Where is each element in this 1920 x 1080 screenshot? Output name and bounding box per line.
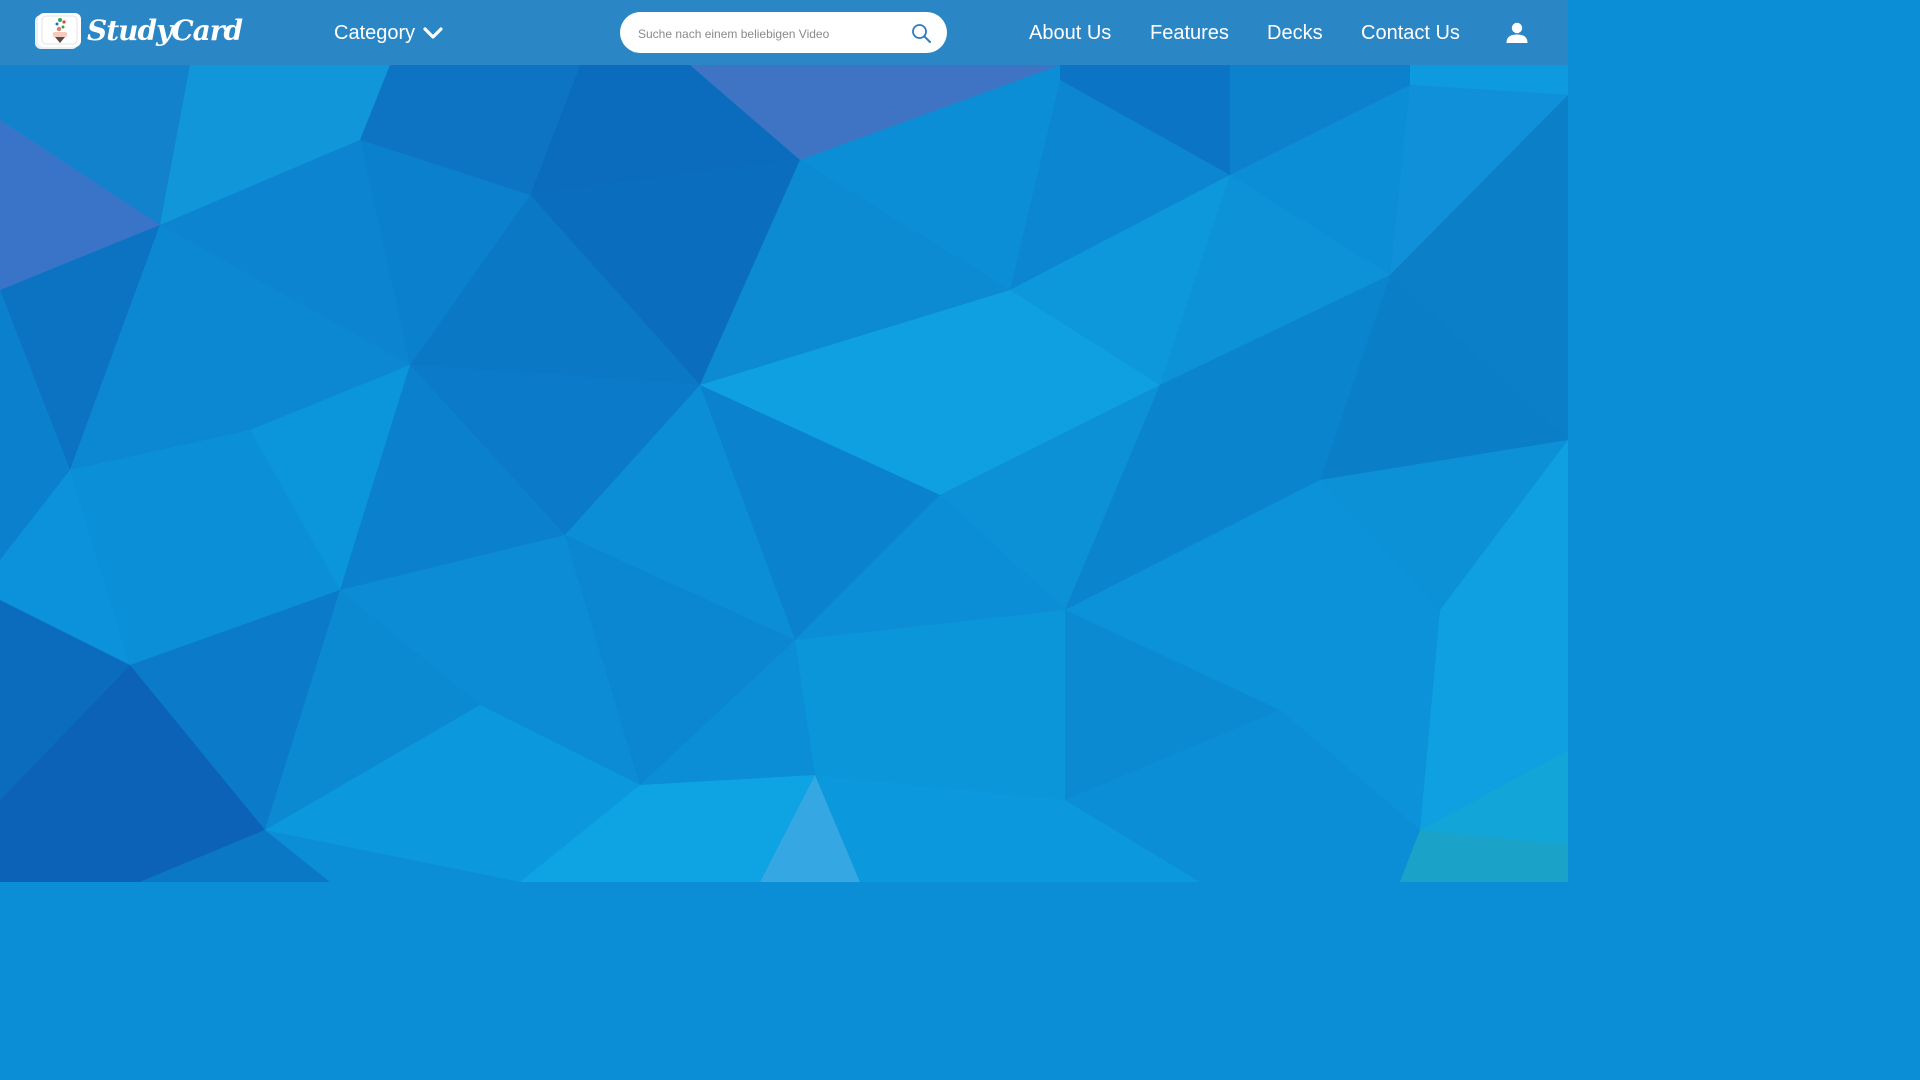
- category-dropdown[interactable]: Category: [334, 20, 443, 46]
- search-input[interactable]: [636, 22, 900, 45]
- chevron-down-icon: [423, 27, 443, 39]
- nav-link-about-us[interactable]: About Us: [1029, 20, 1111, 46]
- category-label: Category: [334, 22, 416, 44]
- flashcard-logo-icon: [38, 13, 81, 47]
- brand-logo[interactable]: StudyCard: [38, 12, 243, 56]
- search-bar: [620, 12, 947, 53]
- nav-link-decks[interactable]: Decks: [1267, 20, 1323, 46]
- user-icon[interactable]: [1505, 21, 1529, 45]
- search-icon[interactable]: [911, 23, 932, 44]
- low-poly-background: [0, 0, 1568, 882]
- nav-link-contact-us[interactable]: Contact Us: [1361, 20, 1460, 46]
- brand-wordmark: StudyCard: [87, 14, 243, 47]
- nav-link-features[interactable]: Features: [1150, 20, 1229, 46]
- top-navbar: StudyCard Category About Us Features Dec…: [0, 0, 1568, 65]
